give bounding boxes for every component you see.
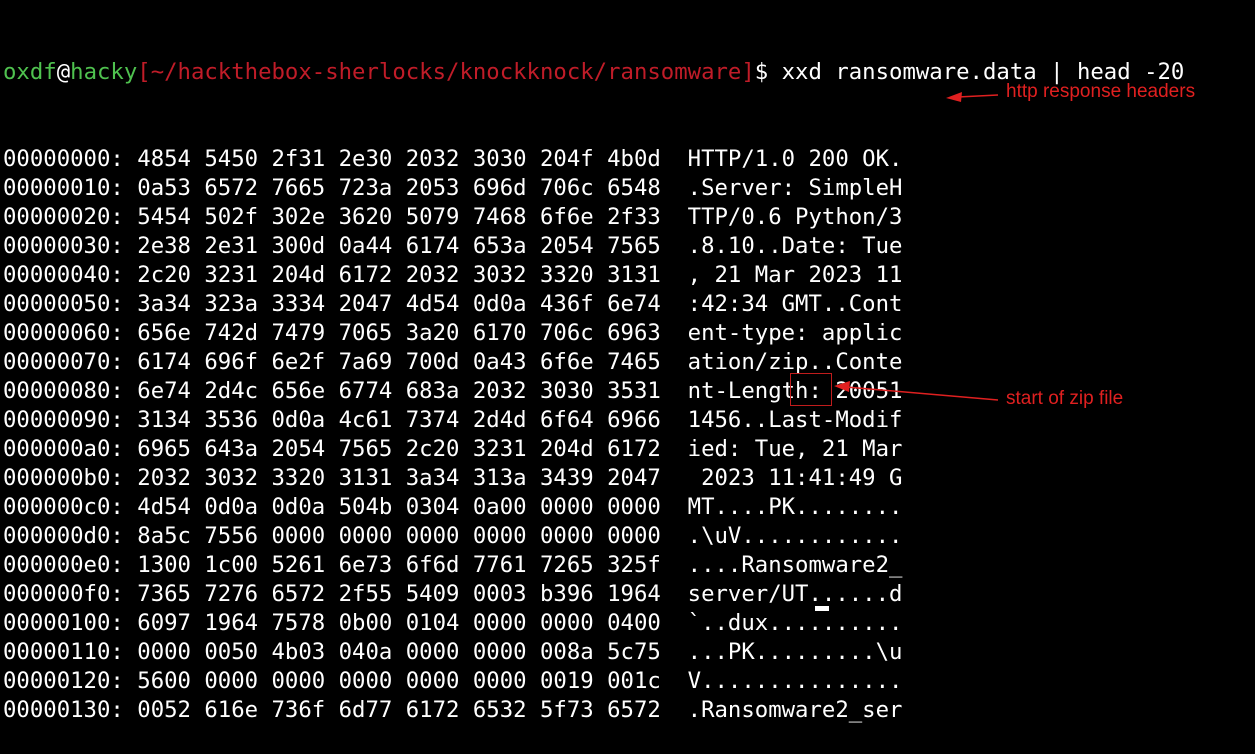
hex-ascii: .Ransomware2_ser	[687, 697, 903, 723]
hex-ascii: `..dux..........	[687, 610, 903, 636]
hex-bytes: 0000 0050 4b03 040a 0000 0000 008a 5c75	[137, 639, 661, 665]
hex-offset: 00000120:	[3, 668, 124, 694]
hex-ascii: V...............	[687, 668, 903, 694]
hexdump-row: 00000100: 6097 1964 7578 0b00 0104 0000 …	[3, 609, 1184, 638]
headers-arrow-head	[946, 92, 962, 102]
annotation-http-headers: http response headers	[1006, 81, 1196, 102]
terminal-cursor	[815, 606, 829, 611]
hexdump-row: 00000120: 5600 0000 0000 0000 0000 0000 …	[3, 667, 1184, 696]
hexdump-row: 00000110: 0000 0050 4b03 040a 0000 0000 …	[3, 638, 1184, 667]
hex-offset: 00000110:	[3, 639, 124, 665]
zip-arrow-head	[834, 381, 850, 392]
headers-arrow-line	[957, 94, 999, 98]
hex-offset: 00000130:	[3, 697, 124, 723]
zip-arrow-line	[845, 386, 999, 401]
hex-offset: 00000100:	[3, 610, 124, 636]
annotation-zip-start: start of zip file	[1006, 388, 1124, 409]
hex-bytes: 6097 1964 7578 0b00 0104 0000 0000 0400	[137, 610, 661, 636]
hexdump-row: 00000130: 0052 616e 736f 6d77 6172 6532 …	[3, 696, 1184, 725]
hex-ascii: ...PK.........\u	[687, 639, 903, 665]
hex-bytes: 0052 616e 736f 6d77 6172 6532 5f73 6572	[137, 697, 661, 723]
hex-bytes: 5600 0000 0000 0000 0000 0000 0019 001c	[137, 668, 661, 694]
